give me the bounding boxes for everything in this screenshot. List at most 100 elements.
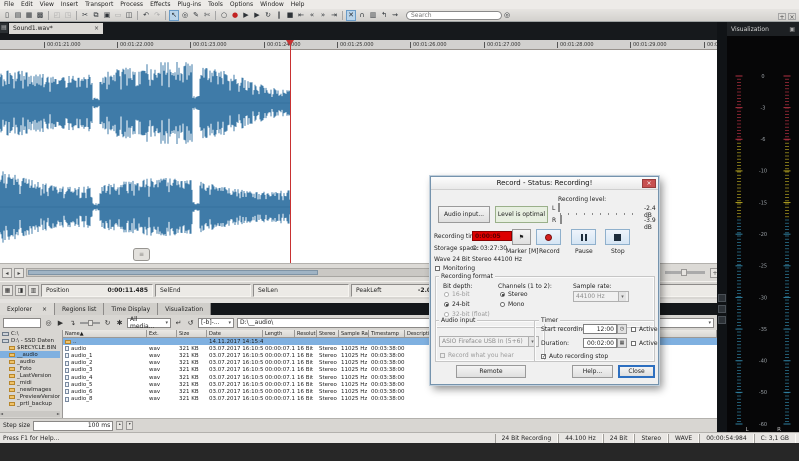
write-icon[interactable]: ↵ [174, 318, 183, 327]
scroll-right-icon[interactable]: ▸ [14, 268, 24, 278]
monitoring-checkbox-box[interactable] [435, 266, 440, 271]
position-field[interactable]: Position 0:00:11.485 [41, 284, 153, 297]
visualization-header[interactable]: Visualization ▣ [727, 22, 799, 36]
stop-circle-icon[interactable]: ○ [219, 10, 229, 21]
table-row[interactable]: audio_6wav321 KB03.07.2017 16:10:5000:00… [63, 388, 717, 395]
menu-insert[interactable]: Insert [61, 0, 78, 9]
redo-icon[interactable]: ↷ [152, 10, 162, 21]
stop-icon[interactable]: ■ [285, 10, 295, 21]
cut-icon[interactable]: ✂ [80, 10, 90, 21]
column-header-date[interactable]: Date [207, 330, 263, 338]
column-header-name[interactable]: Name ▲ [63, 330, 147, 338]
go-end-icon[interactable]: ⇥ [329, 10, 339, 21]
table-row[interactable]: audio_8wav321 KB03.07.2017 16:10:5000:00… [63, 396, 717, 403]
dialog-close-icon[interactable]: × [642, 179, 656, 188]
explorer-search-input[interactable] [3, 318, 41, 328]
search-options-icon[interactable]: ◎ [502, 10, 512, 21]
stop-button[interactable] [605, 229, 630, 245]
open-file-icon[interactable]: ▤ [13, 10, 23, 21]
time-ruler[interactable]: 00:01:21.00000:01:22.00000:01:23.00000:0… [0, 40, 722, 50]
scrub-handle[interactable]: ≡ [133, 248, 150, 261]
channels-option[interactable]: Stereo [500, 291, 528, 298]
record-button[interactable] [536, 229, 561, 245]
route-icon[interactable]: ↴ [68, 318, 77, 327]
menu-file[interactable]: File [4, 0, 14, 9]
mixer-button[interactable]: ◨ [15, 285, 26, 296]
tree-item[interactable]: _PreviewVersions [0, 393, 60, 400]
refresh-icon[interactable]: ↻ [103, 318, 112, 327]
cut-tool-icon[interactable]: ✄ [202, 10, 212, 21]
tab-menu-icon[interactable]: ▤ [0, 23, 8, 33]
scrollbar-thumb[interactable] [28, 270, 318, 275]
spin-down-icon[interactable]: ▾ [126, 421, 133, 430]
import-audio-icon[interactable]: ◰ [52, 10, 62, 21]
selend-field[interactable]: SelEnd [155, 284, 251, 297]
help-button[interactable]: Help... [572, 365, 613, 378]
bit-depth-option[interactable]: 24-bit [444, 301, 490, 308]
ripple-icon[interactable]: ▥ [368, 10, 378, 21]
dock-button-3[interactable] [718, 316, 726, 324]
monitoring-checkbox[interactable]: Monitoring [435, 265, 475, 272]
rewind-icon[interactable]: « [307, 10, 317, 21]
duration-active-box[interactable] [631, 341, 636, 346]
search-input[interactable] [406, 11, 502, 20]
tree-item[interactable]: _prtl_backup [0, 400, 60, 407]
gear-icon[interactable]: ✱ [115, 318, 124, 327]
dock-tab-time-display[interactable]: Time Display [104, 303, 158, 315]
record-dialog-titlebar[interactable]: Record - Status: Recording! × [431, 177, 658, 190]
channels-radio[interactable] [500, 302, 505, 307]
tree-item[interactable]: D:\ - SSD Daten [0, 337, 60, 344]
close-button[interactable]: Close [618, 365, 655, 378]
column-header-timestamp[interactable]: Timestamp [369, 330, 405, 338]
column-header-ext[interactable]: Ext. [147, 330, 177, 338]
channels-radio[interactable] [500, 292, 505, 297]
dock-close-icon[interactable]: × [788, 13, 796, 20]
column-header-resolution[interactable]: Resolution [295, 330, 317, 338]
find-icon[interactable]: ◎ [44, 318, 53, 327]
mouse-mode-icon[interactable]: ↖ [169, 10, 179, 21]
dock-tab-visualization[interactable]: Visualization [158, 303, 211, 315]
draw-tool-icon[interactable]: ✎ [191, 10, 201, 21]
undo-icon[interactable]: ↶ [141, 10, 151, 21]
start-recording-field[interactable]: 12:00 [583, 324, 617, 334]
save-icon[interactable]: ▦ [24, 10, 34, 21]
duration-grid-icon[interactable]: ▦ [617, 338, 627, 348]
play-range-icon[interactable]: ▶ [252, 10, 262, 21]
auto-stop-checkbox[interactable]: ✓ Auto recording stop [541, 353, 608, 360]
duration-field[interactable]: 00:02:00 [583, 338, 617, 348]
column-header-sample_rate[interactable]: Sample Rate [339, 330, 369, 338]
menu-edit[interactable]: Edit [21, 0, 33, 9]
menu-plugins[interactable]: Plug-ins [177, 0, 201, 9]
menu-effects[interactable]: Effects [150, 0, 170, 9]
column-header-length[interactable]: Length [263, 330, 295, 338]
pause-button[interactable] [571, 229, 596, 245]
menu-help[interactable]: Help [291, 0, 305, 9]
document-tab[interactable]: Sound1.wav* × [9, 23, 103, 34]
menu-view[interactable]: View [40, 0, 54, 9]
tree-item[interactable]: _Foto [0, 365, 60, 372]
tree-item[interactable]: __audio [0, 351, 60, 358]
playback-cursor-head[interactable] [286, 40, 294, 46]
preview-play-icon[interactable]: ▶ [56, 318, 65, 327]
tab-close-icon[interactable]: × [94, 25, 99, 32]
menu-transport[interactable]: Transport [85, 0, 113, 9]
tree-scrollbar[interactable]: ◄► [0, 411, 60, 417]
panel-menu-icon[interactable]: ▣ [789, 26, 795, 33]
menu-options[interactable]: Options [230, 0, 253, 9]
zoom-slider[interactable] [665, 271, 705, 274]
tree-item[interactable]: _midi [0, 379, 60, 386]
loop-icon[interactable]: ↻ [263, 10, 273, 21]
new-file-icon[interactable]: ▯ [2, 10, 12, 21]
marker-button[interactable]: ▥ [28, 285, 39, 296]
snap-icon[interactable]: ⇝ [390, 10, 400, 21]
tree-item[interactable]: _LastVersion [0, 372, 60, 379]
copy-icon[interactable]: ⧉ [91, 10, 101, 21]
bit-depth-radio[interactable] [444, 302, 449, 307]
channels-option[interactable]: Mono [500, 301, 528, 308]
dock-button-1[interactable] [718, 294, 726, 302]
spin-up-icon[interactable]: ▴ [116, 421, 123, 430]
dock-button-2[interactable] [718, 305, 726, 313]
tree-item[interactable]: _audio [0, 358, 60, 365]
remote-button[interactable]: Remote [456, 365, 526, 378]
export-audio-icon[interactable]: ◳ [63, 10, 73, 21]
